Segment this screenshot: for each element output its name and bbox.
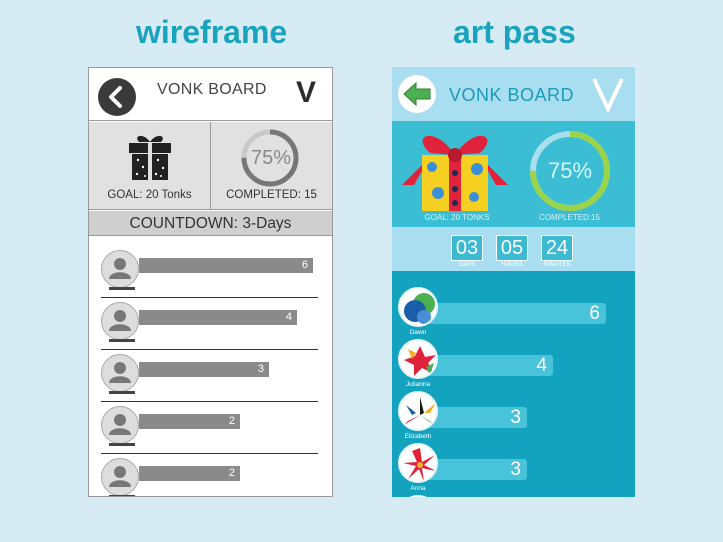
wireframe-heading: wireframe <box>136 14 288 50</box>
wireframe-screen: VONK BOARD V GOAL: 20 Tonks 75% COMPLETE… <box>88 67 333 497</box>
dropdown-v-button[interactable]: V <box>296 76 316 110</box>
score-value: 3 <box>257 363 264 375</box>
green-arrow-left-icon <box>403 81 431 107</box>
completed-label: COMPLETED:15 <box>539 213 600 222</box>
leaderboard-list: 6 Dawn 4 Julianna 3 Elizabeth 3 Anna <box>392 271 635 497</box>
avatar <box>101 406 139 444</box>
user-avatar-icon <box>109 258 131 279</box>
score-bar: 6 <box>424 303 606 324</box>
goal-label: GOAL: 20 Tonks <box>107 189 192 201</box>
stats-panel: GOAL: 20 Tonks 75% COMPLETED: 15 <box>89 122 332 210</box>
completed-label: COMPLETED: 15 <box>226 189 317 201</box>
score-value: 3 <box>510 407 521 428</box>
leaderboard-row-partial[interactable] <box>392 489 635 497</box>
leaderboard-row[interactable]: 3 Elizabeth <box>392 385 635 440</box>
countdown-hours-label: HOURS <box>501 262 523 268</box>
score-value: 2 <box>228 415 235 427</box>
back-button[interactable] <box>98 78 136 116</box>
user-avatar-icon <box>400 445 436 481</box>
art-pass-heading: art pass <box>453 14 576 50</box>
countdown-panel: 03 DAYS 05 HOURS 24 MINUTES <box>392 227 635 271</box>
user-avatar-icon <box>109 310 131 331</box>
avatar-underline <box>109 391 135 394</box>
avatar-underline <box>109 495 135 496</box>
user-avatar-icon <box>400 341 436 377</box>
v-chevron-icon[interactable] <box>591 75 625 113</box>
score-bar: 4 <box>139 310 297 325</box>
score-bar: 2 <box>139 466 240 481</box>
avatar <box>101 302 139 340</box>
countdown-minutes-label: MINUTES <box>543 262 571 268</box>
user-avatar-icon <box>400 289 436 325</box>
countdown-hours-value: 05 <box>496 235 528 261</box>
avatar <box>101 458 139 496</box>
score-value: 2 <box>228 467 235 479</box>
user-avatar-icon <box>400 393 436 429</box>
score-bar: 3 <box>424 459 527 480</box>
avatar <box>398 443 438 483</box>
wireframe-header: VONK BOARD V <box>89 68 332 121</box>
countdown-minutes-value: 24 <box>541 235 573 261</box>
avatar <box>398 391 438 431</box>
art-header: VONK BOARD <box>392 67 635 121</box>
score-bar: 2 <box>139 414 240 429</box>
score-value: 4 <box>285 311 292 323</box>
user-avatar-icon <box>109 362 131 383</box>
countdown-days-value: 03 <box>451 235 483 261</box>
art-pass-screen: VONK BOARD GOAL: 20 TONKS 75% COMPLETED:… <box>392 67 635 497</box>
avatar-underline <box>109 443 135 446</box>
leaderboard-row[interactable]: 4 <box>101 298 318 350</box>
user-avatar-icon <box>109 414 131 435</box>
score-bar: 3 <box>139 362 269 377</box>
score-value: 6 <box>301 259 308 271</box>
back-button[interactable] <box>398 75 436 113</box>
user-avatar-icon <box>109 466 131 487</box>
avatar <box>101 354 139 392</box>
avatar-underline <box>109 287 135 290</box>
countdown-days-label: DAYS <box>459 262 475 268</box>
leaderboard-row[interactable]: 2 <box>101 402 318 454</box>
leaderboard-row[interactable]: 3 Anna <box>392 437 635 492</box>
page-title: VONK BOARD <box>157 81 267 98</box>
score-value: 6 <box>589 303 600 324</box>
completion-percent: 75% <box>547 158 593 183</box>
stats-panel: GOAL: 20 TONKS 75% COMPLETED:15 <box>392 121 635 227</box>
score-bar: 3 <box>424 407 527 428</box>
score-value: 4 <box>536 355 547 376</box>
gift-icon <box>402 135 508 211</box>
avatar-underline <box>109 339 135 342</box>
chevron-left-icon <box>109 86 122 108</box>
gift-icon <box>129 135 171 180</box>
leaderboard-row[interactable]: 3 <box>101 350 318 402</box>
completion-percent: 75% <box>250 147 292 169</box>
leaderboard-row[interactable]: 4 Julianna <box>392 333 635 388</box>
leaderboard-row[interactable]: 6 <box>101 246 318 298</box>
score-bar: 4 <box>424 355 553 376</box>
score-bar: 6 <box>139 258 313 273</box>
avatar <box>398 495 438 497</box>
leaderboard-row[interactable]: 6 Dawn <box>392 281 635 336</box>
page-title: VONK BOARD <box>449 85 575 105</box>
countdown-bar: COUNTDOWN: 3-Days <box>89 211 332 236</box>
score-value: 3 <box>510 459 521 480</box>
avatar <box>101 250 139 288</box>
avatar <box>398 339 438 379</box>
avatar <box>398 287 438 327</box>
goal-label: GOAL: 20 TONKS <box>424 213 490 222</box>
leaderboard-row[interactable]: 2 <box>101 454 318 496</box>
